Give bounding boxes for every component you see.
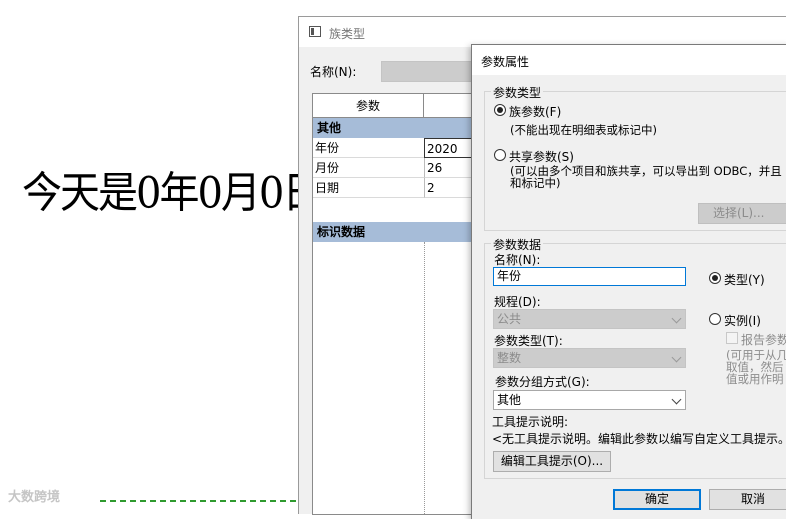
- family-parameter-label[interactable]: 族参数(F): [509, 103, 561, 120]
- parameter-type-group-label: 参数类型: [491, 84, 544, 101]
- parameter-properties-dialog: 参数属性 参数类型 族参数(F) (不能出现在明细表或标记中) 共享参数(S) …: [471, 44, 786, 519]
- edit-tooltip-button[interactable]: 编辑工具提示(O)...: [493, 451, 611, 472]
- group-row-other[interactable]: 其他: [313, 118, 481, 138]
- discipline-select[interactable]: 公共: [493, 309, 686, 329]
- window-icon: [309, 26, 321, 37]
- shared-parameter-radio[interactable]: [494, 149, 506, 161]
- param-type-value: 整数: [497, 351, 522, 365]
- group-by-select[interactable]: 其他: [493, 390, 686, 410]
- chevron-down-icon: [671, 352, 682, 363]
- family-parameter-note: (不能出现在明细表或标记中): [510, 123, 657, 137]
- param-name-day[interactable]: 日期: [313, 178, 424, 198]
- type-name-select[interactable]: [381, 61, 483, 82]
- tooltip-text: <无工具提示说明。编辑此参数以编写自定义工具提示。: [492, 432, 786, 446]
- column-header-parameter[interactable]: 参数: [313, 94, 424, 118]
- family-types-titlebar[interactable]: 族类型: [299, 17, 786, 47]
- report-parameter-label[interactable]: 报告参数: [741, 331, 786, 348]
- param-type-select[interactable]: 整数: [493, 348, 686, 368]
- report-note-line3: 值或用作明: [726, 372, 784, 386]
- chevron-down-icon: [671, 313, 682, 324]
- date-label-text[interactable]: 今天是0年0月0日: [22, 158, 322, 221]
- parameter-properties-title: 参数属性: [481, 55, 530, 69]
- group-row-identity-data[interactable]: 标识数据: [313, 222, 481, 242]
- param-name-input[interactable]: 年份: [493, 267, 686, 286]
- group-by-value: 其他: [497, 393, 522, 407]
- dashed-reference-line: [100, 500, 296, 502]
- shared-parameter-note-line2: 和标记中): [510, 176, 561, 190]
- cancel-button[interactable]: 取消: [709, 489, 786, 510]
- instance-label[interactable]: 实例(I): [724, 312, 761, 329]
- parameter-properties-titlebar[interactable]: 参数属性: [472, 45, 786, 75]
- group-by-label: 参数分组方式(G):: [495, 375, 590, 389]
- param-type-label: 参数类型(T):: [494, 334, 563, 348]
- family-parameter-radio[interactable]: [494, 104, 506, 116]
- family-types-title: 族类型: [329, 27, 366, 41]
- type-radio[interactable]: [709, 272, 721, 284]
- watermark: 大数跨境: [8, 490, 61, 505]
- report-parameter-checkbox[interactable]: [726, 332, 738, 344]
- column-divider: [424, 242, 425, 514]
- param-name-label: 名称(N):: [494, 253, 541, 267]
- tooltip-label: 工具提示说明:: [492, 415, 569, 429]
- parameters-table: 参数 其他 年份 2020 月份 26 日期 2 标识数据: [312, 93, 482, 515]
- discipline-value: 公共: [497, 312, 522, 326]
- type-name-label: 名称(N):: [310, 65, 357, 79]
- param-name-month[interactable]: 月份: [313, 158, 424, 178]
- select-button[interactable]: 选择(L)...: [698, 203, 786, 224]
- ok-button[interactable]: 确定: [613, 489, 701, 510]
- instance-radio[interactable]: [709, 313, 721, 325]
- type-label[interactable]: 类型(Y): [724, 271, 765, 288]
- discipline-label: 规程(D):: [494, 295, 541, 309]
- param-name-year[interactable]: 年份: [313, 138, 424, 158]
- chevron-down-icon: [671, 394, 682, 405]
